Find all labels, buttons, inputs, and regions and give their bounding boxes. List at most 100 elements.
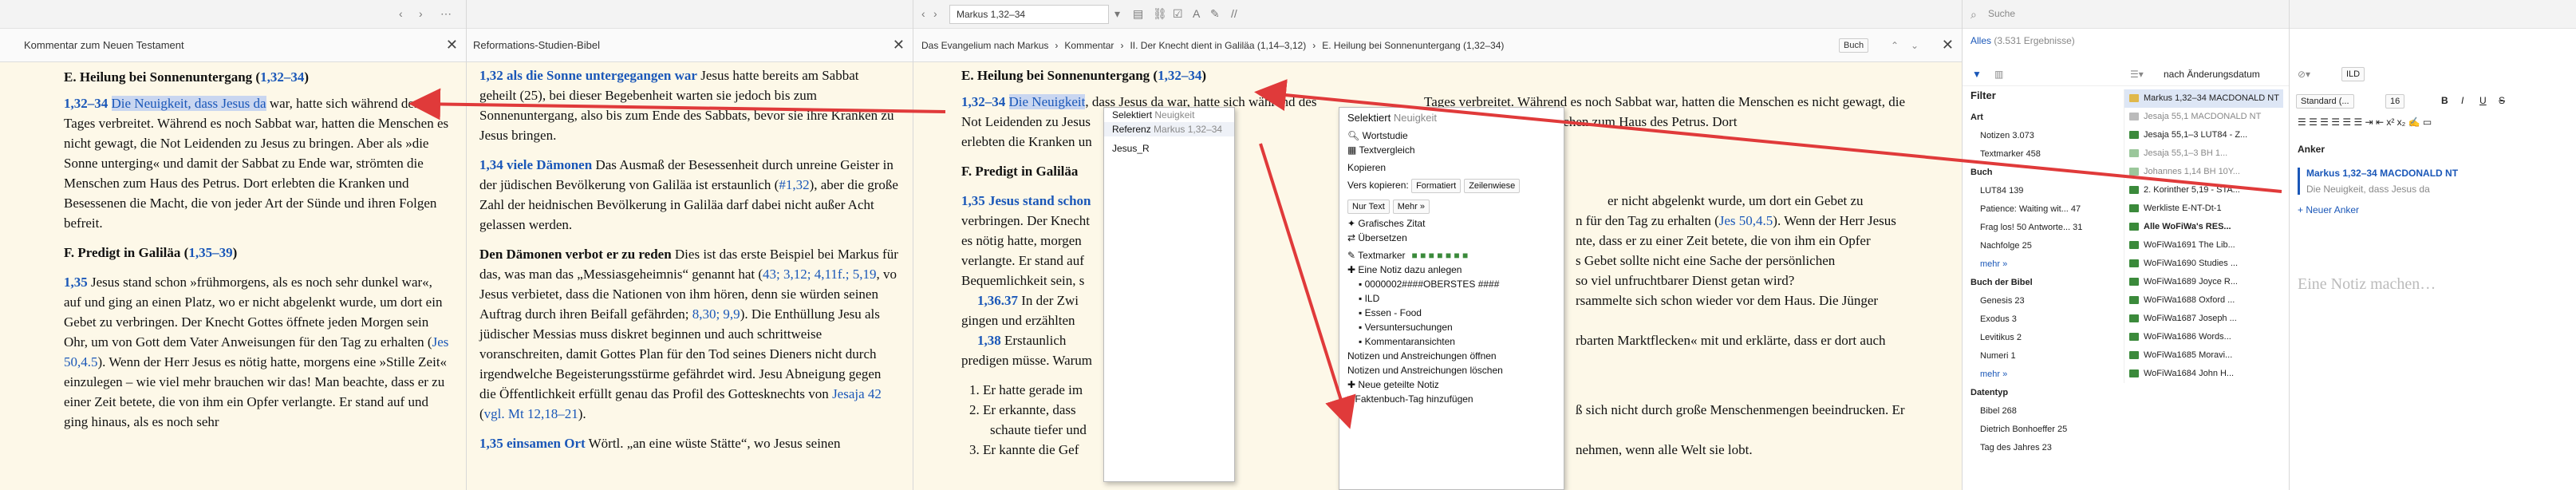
result-item[interactable]: WoFiWa1690 Studies ... (2124, 255, 2283, 273)
highlighted-text[interactable]: Die Neuigkeit (1008, 94, 1086, 109)
result-item[interactable]: WoFiWa1688 Oxford ... (2124, 291, 2283, 310)
italic-icon[interactable]: I (2461, 95, 2464, 106)
filter-item[interactable]: Notizen 3.073 (1970, 127, 2118, 145)
ref-link[interactable]: 1,32–34 (1158, 68, 1201, 83)
menu-item-highlighter[interactable]: ✎ Textmarker ■ ■ ■ ■ ■ ■ ■ (1339, 248, 1564, 263)
close-icon[interactable]: ✕ (893, 37, 905, 53)
forward-icon[interactable]: › (933, 7, 937, 20)
result-item[interactable]: Jesaja 55,1–3 LUT84 - Z... (2124, 126, 2283, 144)
menu-item-factbook-tag[interactable]: ⌑ Faktenbuch-Tag hinzufügen (1339, 392, 1564, 406)
filter-group[interactable]: Buch (1970, 164, 2118, 182)
reference-input[interactable]: Markus 1,32–34 (949, 5, 1109, 24)
ref-link[interactable]: Jes 50,4.5 (1719, 213, 1773, 228)
verse-ref[interactable]: 1,38 (977, 333, 1001, 348)
result-item[interactable]: WoFiWa1685 Moravi... (2124, 346, 2283, 365)
filter-item[interactable]: Patience: Waiting wit... 47 (1970, 200, 2118, 219)
close-icon[interactable]: ✕ (1942, 37, 1954, 53)
forward-icon[interactable]: › (419, 7, 423, 20)
notebook-item[interactable]: ▪ ILD (1339, 291, 1564, 306)
result-item[interactable]: WoFiWa1684 John H... (2124, 365, 2283, 383)
ref-link[interactable]: 1,35–39 (188, 245, 232, 260)
breadcrumb-item[interactable]: Das Evangelium nach Markus (921, 40, 1048, 51)
more-link[interactable]: mehr » (1970, 255, 2118, 274)
back-icon[interactable]: ‹ (921, 7, 925, 20)
copy-line-button[interactable]: Zeilenwiese (1464, 179, 1521, 193)
filter-item[interactable]: Bibel 268 (1970, 402, 2118, 421)
list-icon[interactable]: ☰ ☰ ☰ ☰ ☰ ☰ ⇥ ⇤ x² x₂ ✍ ▭ (2298, 117, 2432, 128)
filter-group[interactable]: Buch der Bibel (1970, 274, 2118, 292)
result-item[interactable]: WoFiWa1686 Words... (2124, 328, 2283, 346)
filter-item[interactable]: Dietrich Bonhoeffer 25 (1970, 421, 2118, 439)
note-body-input[interactable]: Eine Notiz machen… (2298, 275, 2436, 294)
menu-item-translate[interactable]: ⇄ Übersetzen (1339, 231, 1564, 245)
filter-item[interactable]: Nachfolge 25 (1970, 237, 2118, 255)
list-icon[interactable]: ☰▾ (2130, 69, 2144, 80)
link-icon[interactable]: ⛓ (1153, 7, 1167, 21)
anchor-box[interactable]: Markus 1,32–34 MACDONALD NT Die Neuigkei… (2298, 168, 2568, 195)
more-icon[interactable]: ⋯ (440, 7, 452, 21)
filter-item[interactable]: Textmarker 458 (1970, 145, 2118, 164)
result-item[interactable]: Jesaja 55,1 MACDONALD NT (2124, 108, 2283, 126)
up-icon[interactable]: ⌃ (1891, 40, 1899, 51)
result-item[interactable]: WoFiWa1687 Joseph ... (2124, 310, 2283, 328)
menu-item-open-notes[interactable]: Notizen und Anstreichungen öffnen (1339, 349, 1564, 363)
down-icon[interactable]: ⌄ (1911, 40, 1919, 51)
verse-ref[interactable]: 1,35 Jesus stand schon (961, 193, 1091, 208)
verse-ref[interactable]: 1,32–34 (961, 94, 1005, 109)
filter-item[interactable]: Genesis 23 (1970, 292, 2118, 310)
result-item[interactable]: 2. Korinther 5,19 - STA... (2124, 181, 2283, 200)
menu-item-text-compare[interactable]: ▦ Textvergleich (1339, 143, 1564, 157)
font-size-select[interactable]: 16 (2385, 94, 2405, 109)
underline-icon[interactable]: U (2479, 95, 2487, 106)
notebook-item[interactable]: ▪ Essen - Food (1339, 306, 1564, 320)
visual-filter-icon[interactable]: ☑ (1173, 7, 1183, 21)
notebook-select[interactable]: ILD (2341, 67, 2365, 81)
result-item[interactable]: Jesaja 55,1–3 BH 1... (2124, 144, 2283, 163)
menu-item-delete-notes[interactable]: Notizen und Anstreichungen löschen (1339, 363, 1564, 377)
menu-item-shared-note[interactable]: ✚ Neue geteilte Notiz (1339, 377, 1564, 392)
filter-item[interactable]: Tag des Jahres 23 (1970, 439, 2118, 457)
back-icon[interactable]: ‹ (399, 7, 403, 20)
style-select[interactable]: Standard (... (2296, 94, 2354, 109)
menu-item-copy[interactable]: Kopieren (1339, 160, 1564, 175)
more-link[interactable]: mehr » (1970, 366, 2118, 384)
copy-formatted-button[interactable]: Formatiert (1411, 179, 1462, 193)
verse-ref[interactable]: 1,32–34 (64, 96, 108, 111)
panel-icon[interactable]: ▥ (1994, 69, 2003, 80)
filter-group[interactable]: Art (1970, 109, 2118, 127)
filter-item[interactable]: Frag los! 50 Antworte... 31 (1970, 219, 2118, 237)
anchor-ref[interactable]: Markus 1,32–34 MACDONALD NT (2306, 168, 2568, 179)
chevron-down-icon[interactable]: ▾ (1114, 7, 1120, 21)
result-item[interactable]: Alle WoFiWa's RES... (2124, 218, 2283, 236)
note-head[interactable]: 1,34 viele Dämonen (479, 157, 592, 172)
slash-icon[interactable]: // (1231, 7, 1237, 20)
copy-more-button[interactable]: Mehr » (1392, 200, 1430, 214)
note-head[interactable]: 1,35 einsamen Ort (479, 436, 586, 451)
ref-link[interactable]: #1,32 (779, 177, 809, 192)
new-anchor-button[interactable]: + Neuer Anker (2298, 204, 2568, 215)
filter-item[interactable]: Levitikus 2 (1970, 329, 2118, 347)
search-input[interactable]: Suche (1988, 8, 2015, 19)
notebook-item[interactable]: ▪ Versuntersuchungen (1339, 320, 1564, 334)
pane2-tab[interactable]: Reformations-Studien-Bibel ✕ (467, 29, 913, 62)
bold-icon[interactable]: B (2441, 95, 2448, 106)
highlighted-text[interactable]: Die Neuigkeit, dass Jesus da (111, 96, 266, 111)
ref-link[interactable]: Jesaja 42 (832, 386, 882, 401)
notebook-item[interactable]: ▪ 0000002####OBERSTES #### (1339, 277, 1564, 291)
ref-link[interactable]: vgl. Mt 12,18–21 (484, 406, 578, 421)
filter-item[interactable]: LUT84 139 (1970, 182, 2118, 200)
verse-ref[interactable]: 1,36.37 (977, 293, 1018, 308)
menu-item-add-note[interactable]: ✚ Eine Notiz dazu anlegen (1339, 263, 1564, 277)
text-format-icon[interactable]: A (1193, 7, 1200, 20)
result-item[interactable]: WoFiWa1689 Joyce R... (2124, 273, 2283, 291)
notebook-item[interactable]: ▪ Kommentaransichten (1339, 334, 1564, 349)
no-notebook-icon[interactable]: ⊘▾ (2298, 69, 2310, 80)
result-item[interactable]: Markus 1,32–34 MACDONALD NT (2124, 89, 2283, 108)
verse-ref[interactable]: 1,35 (64, 275, 88, 290)
highlight-icon[interactable]: ✎ (1210, 7, 1220, 21)
breadcrumb-item[interactable]: E. Heilung bei Sonnenuntergang (1,32–34) (1322, 40, 1504, 51)
pane1-tab[interactable]: Kommentar zum Neuen Testament ✕ (0, 29, 466, 62)
parallel-icon[interactable]: ▤ (1133, 7, 1143, 21)
filter-item[interactable]: Exodus 3 (1970, 310, 2118, 329)
ref-link[interactable]: 43; 3,12; 4,11f.; 5,19 (763, 267, 876, 282)
